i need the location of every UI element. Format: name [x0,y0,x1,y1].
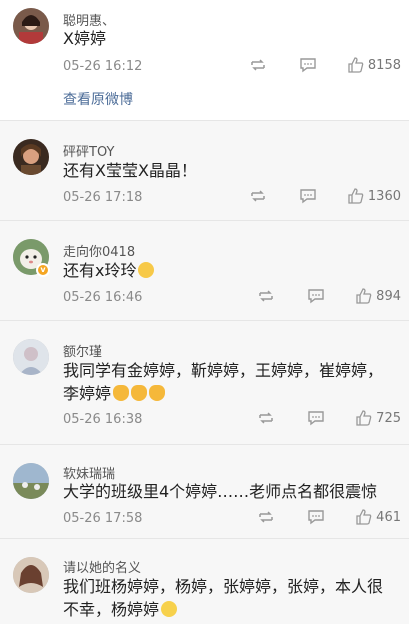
comment-author[interactable]: 额尔瑾 [63,341,102,360]
repost-icon [259,511,273,523]
comment-item: 砰砰TOY 还有X莹莹X晶晶！ 05-26 17:18 1360 [0,121,409,221]
comment-text: 还有x玲玲 [63,259,397,282]
comment-text: 我们班杨婷婷，杨婷，张婷婷，张婷，本人很不幸，杨婷婷 [63,575,397,621]
like-icon [356,288,372,304]
comment-text: X婷婷 [63,29,106,48]
comment-time: 05-26 17:18 [63,190,143,205]
repost-icon [251,190,265,202]
like-count: 725 [376,410,401,426]
comment-time: 05-26 16:12 [63,59,143,74]
like-icon [356,410,372,426]
comment-author[interactable]: 走向你0418 [63,241,135,260]
comment-icon [300,58,316,73]
comment-item: v 走向你0418 还有x玲玲 05-26 16:46 894 [0,221,409,321]
repost-icon [251,59,265,71]
comment-author[interactable]: 请以她的名义 [63,557,141,576]
cat-emoji [149,385,166,401]
comment-icon [300,189,316,204]
comment-text: 还有X莹莹X晶晶！ [63,161,197,180]
comment-text: 我同学有金婷婷，靳婷婷，王婷婷，崔婷婷，李婷婷 [63,359,397,405]
like-count: 8158 [367,57,401,73]
crying-laughing-emoji [138,262,155,278]
avatar[interactable] [13,8,49,44]
comment-icon [308,411,324,426]
comment-item: 额尔瑾 我同学有金婷婷，靳婷婷，王婷婷，崔婷婷，李婷婷 05-26 16:38 … [0,321,409,445]
view-original-link[interactable]: 查看原微博 [63,89,133,109]
like-count: 461 [376,509,401,525]
shy-emoji [161,601,178,617]
repost-button[interactable] [245,509,275,525]
repost-button[interactable] [237,57,267,73]
comment-actions: 1360 [237,187,401,205]
comment-text-content: 我同学有金婷婷，靳婷婷，王婷婷，崔婷婷，李婷婷 [63,361,384,403]
comment-item: 软妹瑞瑞 大学的班级里4个婷婷……老师点名都很震惊 05-26 17:58 46… [0,445,409,539]
comment-time: 05-26 16:46 [63,290,143,305]
avatar[interactable] [13,339,49,375]
comment-text: 大学的班级里4个婷婷……老师点名都很震惊 [63,482,378,501]
comment-icon [308,510,324,525]
like-button[interactable]: 725 [355,409,401,427]
verified-icon: v [36,263,50,277]
comment-text-content: 还有x玲玲 [63,261,137,280]
like-icon [348,57,364,73]
comment-time: 05-26 17:58 [63,511,143,526]
like-button[interactable]: 1360 [347,187,401,205]
comment-item: 请以她的名义 我们班杨婷婷，杨婷，张婷婷，张婷，本人很不幸，杨婷婷 [0,539,409,624]
comment-button[interactable] [267,57,317,73]
comment-actions: 725 [245,409,401,427]
like-button[interactable]: 894 [355,287,401,305]
repost-button[interactable] [245,288,275,304]
cat-emoji [131,385,148,401]
avatar[interactable] [13,139,49,175]
avatar[interactable] [13,557,49,593]
like-button[interactable]: 461 [355,508,401,526]
like-icon [356,509,372,525]
comment-time: 05-26 16:38 [63,412,143,427]
comment-author[interactable]: 砰砰TOY [63,141,114,160]
like-count: 1360 [367,188,401,204]
cat-emoji [113,385,130,401]
comment-item: 聪明惠、 X婷婷 05-26 16:12 8158 查看原微博 [0,0,409,121]
avatar[interactable] [13,463,49,499]
comment-actions: 8158 [237,56,401,74]
repost-icon [259,290,273,302]
comment-text-content: 我们班杨婷婷，杨婷，张婷婷，张婷，本人很不幸，杨婷婷 [63,577,384,619]
comment-actions: 461 [245,508,401,526]
like-button[interactable]: 8158 [347,56,401,74]
comment-button[interactable] [275,410,325,426]
comment-button[interactable] [275,288,325,304]
comment-button[interactable] [275,509,325,525]
repost-icon [259,412,273,424]
repost-button[interactable] [237,188,267,204]
like-icon [348,188,364,204]
repost-button[interactable] [245,410,275,426]
comment-actions: 894 [245,287,401,305]
comment-button[interactable] [267,188,317,204]
like-count: 894 [376,288,401,304]
comment-icon [308,289,324,304]
